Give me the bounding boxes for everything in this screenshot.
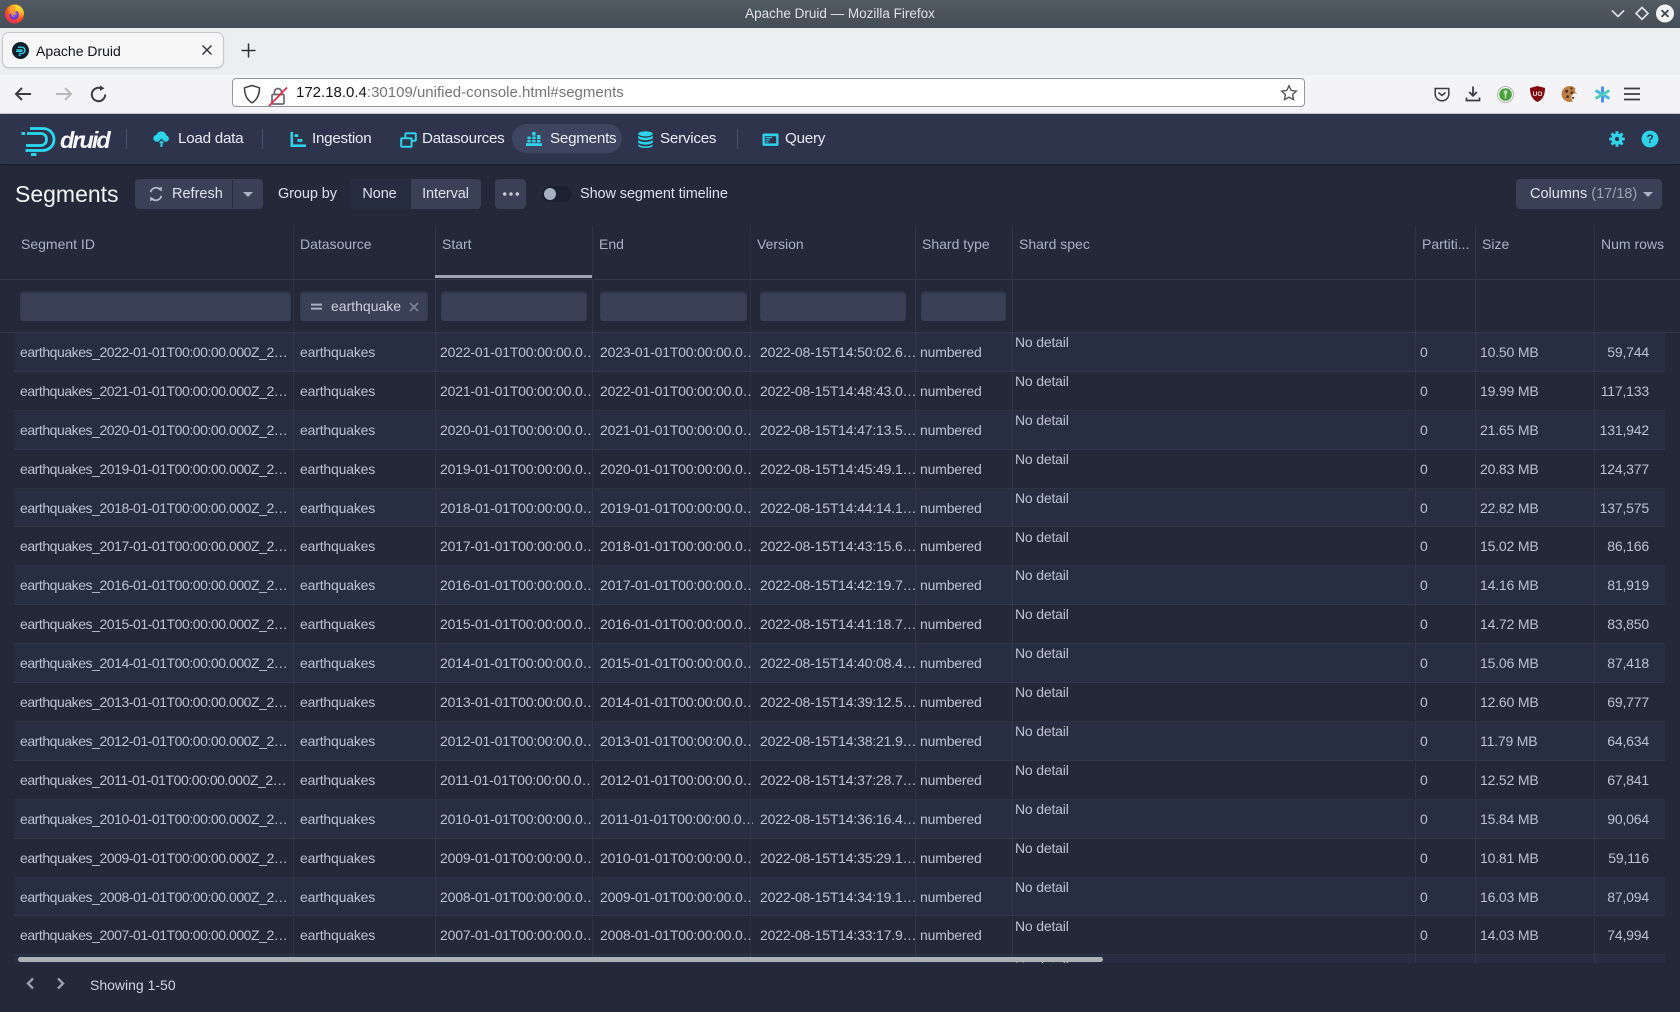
svg-text:?: ? [1646, 132, 1653, 146]
svg-text:UO: UO [1533, 91, 1543, 98]
